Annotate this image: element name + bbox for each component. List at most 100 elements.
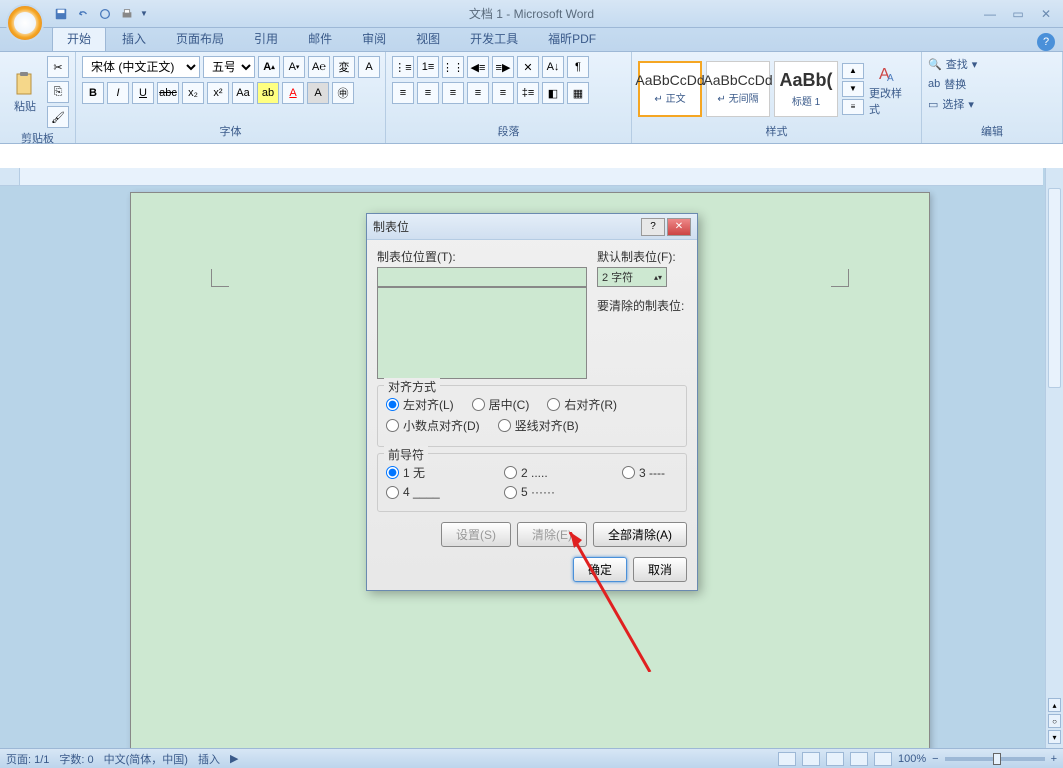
tab-mailings[interactable]: 邮件 — [294, 26, 346, 51]
macro-record-icon[interactable]: ▶ — [230, 752, 238, 765]
tab-insert[interactable]: 插入 — [108, 26, 160, 51]
vertical-scrollbar[interactable]: ▴ ○ ▾ — [1045, 168, 1063, 748]
borders-icon[interactable]: ▦ — [567, 82, 589, 104]
dialog-help-icon[interactable]: ? — [641, 218, 665, 236]
tab-position-input[interactable] — [377, 267, 587, 287]
underline-button[interactable]: U — [132, 82, 154, 104]
change-case-button[interactable]: Aa — [232, 82, 254, 104]
bullets-icon[interactable]: ⋮≡ — [392, 56, 414, 78]
style-normal[interactable]: AaBbCcDd ↵ 正文 — [638, 61, 702, 117]
maximize-button[interactable]: ▭ — [1007, 5, 1029, 23]
tab-position-listbox[interactable] — [377, 287, 587, 379]
clear-button[interactable]: 清除(E) — [517, 522, 587, 547]
replace-button[interactable]: ab替换 — [928, 76, 966, 92]
dialog-close-icon[interactable]: ✕ — [667, 218, 691, 236]
highlight-button[interactable]: ab — [257, 82, 279, 104]
phonetic-icon[interactable]: 変 — [333, 56, 355, 78]
bold-button[interactable]: B — [82, 82, 104, 104]
quick-print-icon[interactable] — [118, 5, 136, 23]
paste-button[interactable]: 粘贴 — [6, 62, 44, 122]
full-screen-view-icon[interactable] — [802, 752, 820, 766]
align-decimal-radio[interactable]: 小数点对齐(D) — [386, 417, 480, 434]
align-right-radio[interactable]: 右对齐(R) — [547, 396, 617, 413]
styles-down-icon[interactable]: ▼ — [842, 81, 864, 97]
style-no-spacing[interactable]: AaBbCcDd ↵ 无间隔 — [706, 61, 770, 117]
scrollbar-thumb[interactable] — [1048, 188, 1061, 388]
align-left-icon[interactable]: ≡ — [392, 82, 414, 104]
align-left-radio[interactable]: 左对齐(L) — [386, 396, 454, 413]
help-icon[interactable]: ? — [1037, 33, 1055, 51]
style-heading-1[interactable]: AaBb( 标题 1 — [774, 61, 838, 117]
prev-page-icon[interactable]: ▴ — [1048, 698, 1061, 712]
sort-icon[interactable]: A↓ — [542, 56, 564, 78]
tab-references[interactable]: 引用 — [240, 26, 292, 51]
increase-indent-icon[interactable]: ≡▶ — [492, 56, 514, 78]
outline-view-icon[interactable] — [850, 752, 868, 766]
browse-object-icon[interactable]: ○ — [1048, 714, 1061, 728]
cut-icon[interactable]: ✂ — [47, 56, 69, 78]
tab-home[interactable]: 开始 — [52, 25, 106, 51]
redo-icon[interactable] — [96, 5, 114, 23]
horizontal-ruler[interactable] — [20, 168, 1043, 186]
enclose-char-button[interactable]: ㊥ — [332, 82, 354, 104]
clear-all-button[interactable]: 全部清除(A) — [593, 522, 687, 547]
tab-developer[interactable]: 开发工具 — [456, 26, 532, 51]
align-center-radio[interactable]: 居中(C) — [472, 396, 530, 413]
tab-foxit-pdf[interactable]: 福昕PDF — [534, 26, 610, 51]
tab-view[interactable]: 视图 — [402, 26, 454, 51]
status-words[interactable]: 字数: 0 — [59, 751, 93, 767]
shading-icon[interactable]: ◧ — [542, 82, 564, 104]
dialog-titlebar[interactable]: 制表位 ? ✕ — [367, 214, 697, 240]
char-shading-button[interactable]: A — [307, 82, 329, 104]
strike-button[interactable]: abc — [157, 82, 179, 104]
tab-review[interactable]: 审阅 — [348, 26, 400, 51]
copy-icon[interactable]: ⎘ — [47, 81, 69, 103]
superscript-button[interactable]: x² — [207, 82, 229, 104]
font-size-combo[interactable]: 五号 — [203, 56, 255, 78]
shrink-font-icon[interactable]: A▾ — [283, 56, 305, 78]
line-spacing-icon[interactable]: ‡≡ — [517, 82, 539, 104]
decrease-indent-icon[interactable]: ◀≡ — [467, 56, 489, 78]
leader-5-radio[interactable]: 5 ······ — [504, 485, 555, 499]
justify-icon[interactable]: ≡ — [467, 82, 489, 104]
minimize-button[interactable]: — — [979, 5, 1001, 23]
undo-icon[interactable] — [74, 5, 92, 23]
zoom-in-icon[interactable]: + — [1051, 753, 1057, 765]
status-language[interactable]: 中文(简体，中国) — [104, 751, 188, 767]
asian-layout-icon[interactable]: ✕ — [517, 56, 539, 78]
status-page[interactable]: 页面: 1/1 — [6, 751, 49, 767]
font-color-button[interactable]: A — [282, 82, 304, 104]
save-icon[interactable] — [52, 5, 70, 23]
char-border-icon[interactable]: A — [358, 56, 380, 78]
styles-up-icon[interactable]: ▲ — [842, 63, 864, 79]
italic-button[interactable]: I — [107, 82, 129, 104]
change-styles-button[interactable]: AA 更改样式 — [868, 59, 906, 119]
leader-1-radio[interactable]: 1 无 — [386, 464, 486, 481]
align-center-icon[interactable]: ≡ — [417, 82, 439, 104]
subscript-button[interactable]: x₂ — [182, 82, 204, 104]
web-layout-view-icon[interactable] — [826, 752, 844, 766]
next-page-icon[interactable]: ▾ — [1048, 730, 1061, 744]
clear-format-icon[interactable]: A℮ — [308, 56, 330, 78]
leader-2-radio[interactable]: 2 ..... — [504, 466, 604, 480]
draft-view-icon[interactable] — [874, 752, 892, 766]
status-mode[interactable]: 插入 — [198, 751, 220, 767]
close-button[interactable]: ✕ — [1035, 5, 1057, 23]
office-button[interactable] — [6, 4, 44, 42]
align-right-icon[interactable]: ≡ — [442, 82, 464, 104]
numbering-icon[interactable]: 1≡ — [417, 56, 439, 78]
tab-page-layout[interactable]: 页面布局 — [162, 26, 238, 51]
zoom-level[interactable]: 100% — [898, 753, 926, 765]
format-painter-icon[interactable]: 🖌 — [47, 106, 69, 128]
set-button[interactable]: 设置(S) — [441, 522, 511, 547]
font-name-combo[interactable]: 宋体 (中文正文) — [82, 56, 200, 78]
distributed-icon[interactable]: ≡ — [492, 82, 514, 104]
zoom-slider[interactable] — [945, 757, 1045, 761]
align-bar-radio[interactable]: 竖线对齐(B) — [498, 417, 579, 434]
leader-3-radio[interactable]: 3 ---- — [622, 466, 665, 480]
show-marks-icon[interactable]: ¶ — [567, 56, 589, 78]
ok-button[interactable]: 确定 — [573, 557, 627, 582]
styles-more-icon[interactable]: ≡ — [842, 99, 864, 115]
qat-dropdown-icon[interactable]: ▼ — [140, 9, 148, 18]
zoom-out-icon[interactable]: − — [932, 753, 938, 765]
